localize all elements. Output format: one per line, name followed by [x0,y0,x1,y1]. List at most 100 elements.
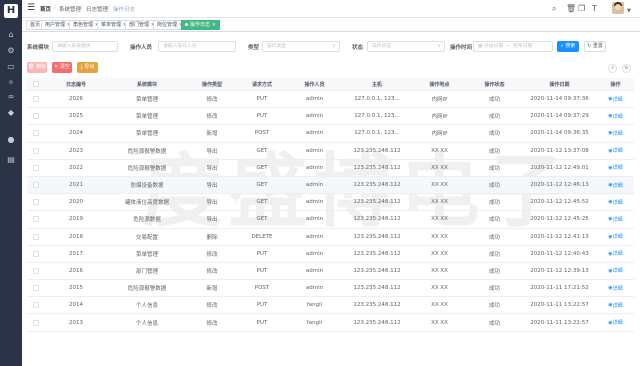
cell-module: 危险源报警数据 [127,148,167,155]
cell-method: PUT [256,302,268,309]
cell-date: 2020-11-12 12:41:13 [530,233,589,240]
copy-icon[interactable]: ❐ [578,4,585,13]
table-row[interactable]: 2022 危险源报警数据 导出 GET admin 123.235.248.112 XX X… [27,160,634,177]
clear-button[interactable]: ✕ 清空 [52,62,72,73]
view-detail-link[interactable]: ◉ 详细 [597,211,634,227]
status-select-placeholder: 操作状态 [372,44,392,49]
row-checkbox[interactable] [27,246,45,262]
close-icon[interactable]: ✕ [212,23,216,28]
view-detail-link[interactable]: ◉ 详细 [597,143,634,159]
trash-icon[interactable]: 🗑 [566,4,576,13]
breadcrumb-separator: / [54,5,56,11]
col-header-date[interactable]: 操作日期 [522,78,597,90]
view-detail-label: 详细 [612,96,623,103]
cell-method: POST [254,130,270,137]
table-row[interactable]: 2014 个人信息 修改 PUT fangli 123.235.248.112 XX XX 成… [27,297,634,315]
logo[interactable]: H [4,4,18,18]
view-detail-label: 详细 [612,234,623,241]
view-detail-link[interactable]: ◉ 详细 [597,160,634,176]
document-icon[interactable]: ▤ [6,155,16,165]
view-detail-link[interactable]: ◉ 详细 [597,125,634,141]
row-checkbox[interactable] [27,297,45,313]
cell-host: 127.0.0.1, 123... [354,130,400,137]
module-input[interactable]: 请输入系统模块 [52,41,118,52]
cell-host: 123.235.248.112 [353,147,401,154]
view-detail-link[interactable]: ◉ 详细 [597,263,634,279]
view-detail-link[interactable]: ◉ 详细 [597,314,634,330]
view-detail-link[interactable]: ◉ 详细 [597,297,634,313]
tool-icon[interactable]: ✧ [6,78,16,88]
view-detail-link[interactable]: ◉ 详细 [597,108,634,124]
search-button[interactable]: ⌕ 搜索 [557,41,579,52]
date-range-picker[interactable]: ▦ 开始日期 - 结束日期 [473,41,553,52]
cell-date: 2020-11-14 09:37:29 [530,113,589,120]
search-icon[interactable]: ⌕ [552,4,556,14]
avatar[interactable] [612,2,624,14]
table-row[interactable]: 2026 菜单管理 修改 PUT admin 127.0.0.1, 123... 内网IP 成… [27,91,634,109]
export-button[interactable]: ⤓ 导出 [77,62,98,73]
table-row[interactable]: 2024 菜单管理 新增 POST admin 127.0.0.1, 123... 内网IP… [27,125,634,143]
table-row[interactable]: 2016 部门管理 修改 PUT admin 123.235.248.112 XX XX 成功… [27,263,634,281]
tag-operlog[interactable]: 操作日志 ✕ [181,20,220,30]
cell-module: 菜单管理 [135,114,158,121]
range-separator: - [507,44,509,49]
select-all-checkbox[interactable] [27,78,45,90]
row-checkbox[interactable] [27,194,45,210]
table-row[interactable]: 2023 危险源报警数据 导出 GET admin 123.235.248.112 XX X… [27,143,634,160]
table-row[interactable]: 2015 危险源报警数据 新增 POST admin 123.235.248.112 XX … [27,280,634,298]
view-detail-link[interactable]: ◉ 详细 [597,91,634,107]
cell-status: 成功 [488,200,500,207]
cell-module: 菜单管理 [135,251,158,258]
view-detail-link[interactable]: ◉ 详细 [597,177,634,193]
monitor-icon[interactable]: ▭ [6,62,16,72]
table-row[interactable]: 2025 菜单管理 修改 PUT admin 127.0.0.1, 123... 内网IP 成… [27,108,634,126]
table-row[interactable]: 2019 危险源数据 导出 GET admin 123.235.248.112 XX XX 成… [27,211,634,229]
view-detail-link[interactable]: ◉ 详细 [597,194,634,210]
caret-down-icon[interactable]: ▼ [627,8,631,14]
view-detail-link[interactable]: ◉ 详细 [597,246,634,262]
table-row[interactable]: 2020 罐体液位高度数据 导出 GET admin 123.235.248.112 XX … [27,194,634,212]
cell-method: PUT [256,96,268,103]
row-checkbox[interactable] [27,91,45,107]
cell-module: 菜单管理 [135,131,158,138]
cell-location: 内网IP [431,97,448,104]
view-detail-label: 详细 [612,285,623,292]
active-dot-icon [185,23,188,26]
table-row[interactable]: 2021 防爆设备数据 导出 GET admin 123.235.248.112 XX XX… [27,176,634,195]
reset-button[interactable]: ↻ 重置 [584,41,606,52]
row-checkbox[interactable] [27,280,45,296]
row-checkbox[interactable] [27,143,45,159]
col-header-id[interactable]: 日志编号 [45,78,107,90]
operator-input[interactable]: 请输入操作人员 [158,41,236,52]
delete-button[interactable]: 🗑 删除 [27,62,47,73]
row-checkbox[interactable] [27,125,45,141]
row-checkbox[interactable] [27,229,45,245]
status-select[interactable]: 操作状态 ∨ [367,41,445,52]
row-checkbox[interactable] [27,160,45,176]
info-icon[interactable]: ● [6,135,16,145]
view-detail-link[interactable]: ◉ 详细 [597,280,634,296]
breadcrumb-home[interactable]: 首页 [40,5,51,13]
cell-id: 2022 [69,164,83,171]
text-size-icon[interactable]: T [592,4,597,13]
refresh-button[interactable]: ↻ [622,64,631,73]
table-row[interactable]: 2013 个人信息 修改 PUT fangli 123.235.248.112 XX XX 成… [27,314,634,332]
home-icon[interactable]: ⌂ [6,30,16,40]
table-row[interactable]: 2017 菜单管理 修改 PUT admin 123.235.248.112 XX XX 成功… [27,246,634,263]
link-icon[interactable]: ∞ [6,92,16,102]
row-checkbox[interactable] [27,108,45,124]
table-row[interactable]: 2018 交易配置 删除 DELETE admin 123.235.248.112 XX X… [27,229,634,246]
toggle-search-button[interactable]: ⌕ [608,64,617,73]
row-checkbox[interactable] [27,263,45,279]
settings-icon[interactable]: ⚙ [6,46,16,56]
hamburger-icon[interactable]: ☰ [27,3,35,13]
shield-icon[interactable]: ◆ [6,108,16,118]
cell-status: 成功 [488,114,500,121]
col-header-user[interactable]: 操作人员 [287,78,342,90]
type-select[interactable]: 操作类型 ∨ [262,41,340,52]
row-checkbox[interactable] [27,314,45,330]
view-detail-label: 详细 [612,268,623,275]
row-checkbox[interactable] [27,177,45,193]
row-checkbox[interactable] [27,211,45,227]
view-detail-link[interactable]: ◉ 详细 [597,229,634,245]
